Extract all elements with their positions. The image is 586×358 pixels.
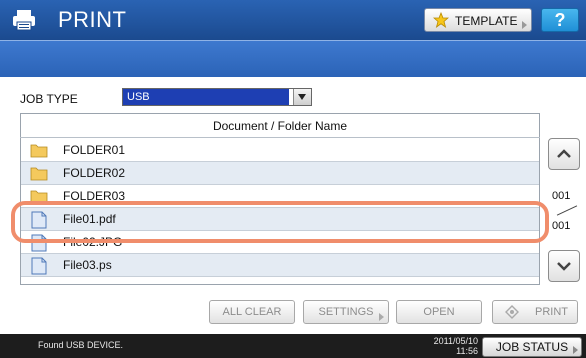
template-button[interactable]: TEMPLATE (424, 8, 532, 32)
column-header: Document / Folder Name (20, 114, 540, 138)
submenu-arrow-icon (522, 21, 527, 29)
scroll-up-button[interactable] (548, 138, 580, 170)
folder-icon (30, 144, 48, 158)
help-button[interactable]: ? (541, 8, 579, 32)
template-label: TEMPLATE (455, 14, 518, 28)
print-button[interactable]: PRINT (492, 300, 578, 324)
star-icon (433, 12, 449, 28)
dropdown-arrow-icon[interactable] (293, 89, 311, 105)
all-clear-button[interactable]: ALL CLEAR (209, 300, 295, 324)
job-type-label: JOB TYPE (20, 92, 78, 106)
job-status-label: JOB STATUS (495, 340, 569, 354)
status-date: 2011/05/10 (433, 336, 478, 346)
list-item[interactable]: FOLDER01 (21, 139, 539, 162)
status-time: 11:56 (456, 346, 478, 356)
open-button[interactable]: OPEN (396, 300, 482, 324)
submenu-arrow-icon (379, 313, 384, 321)
settings-label: SETTINGS (318, 306, 374, 318)
page-divider (556, 205, 578, 216)
job-status-button[interactable]: JOB STATUS (482, 337, 582, 357)
list-item[interactable]: File03.ps (21, 254, 539, 277)
page-current: 001 (552, 190, 571, 202)
chevron-down-icon (557, 262, 571, 271)
folder-icon (30, 167, 48, 181)
item-name: File03.ps (63, 258, 112, 272)
item-name: FOLDER02 (63, 166, 126, 180)
selection-highlight (11, 201, 549, 243)
job-type-value: USB (123, 89, 289, 105)
list-item[interactable]: FOLDER02 (21, 162, 539, 185)
print-label: PRINT (535, 306, 568, 318)
status-message: Found USB DEVICE. (38, 340, 124, 350)
job-type-select[interactable]: USB (122, 88, 312, 106)
settings-button[interactable]: SETTINGS (303, 300, 389, 324)
item-name: FOLDER01 (63, 143, 126, 157)
header-band (0, 40, 586, 77)
document-icon (31, 257, 47, 275)
chevron-up-icon (557, 149, 571, 158)
printer-icon (13, 10, 35, 31)
scroll-down-button[interactable] (548, 250, 580, 282)
status-bar: Found USB DEVICE. 2011/05/10 11:56 JOB S… (0, 334, 586, 358)
title-bar: PRINT TEMPLATE ? (0, 0, 586, 40)
status-datetime: 2011/05/10 11:56 (424, 336, 478, 356)
page-title: PRINT (58, 7, 127, 32)
submenu-arrow-icon (573, 346, 578, 354)
diamond-icon (505, 305, 519, 319)
page-total: 001 (552, 220, 571, 232)
